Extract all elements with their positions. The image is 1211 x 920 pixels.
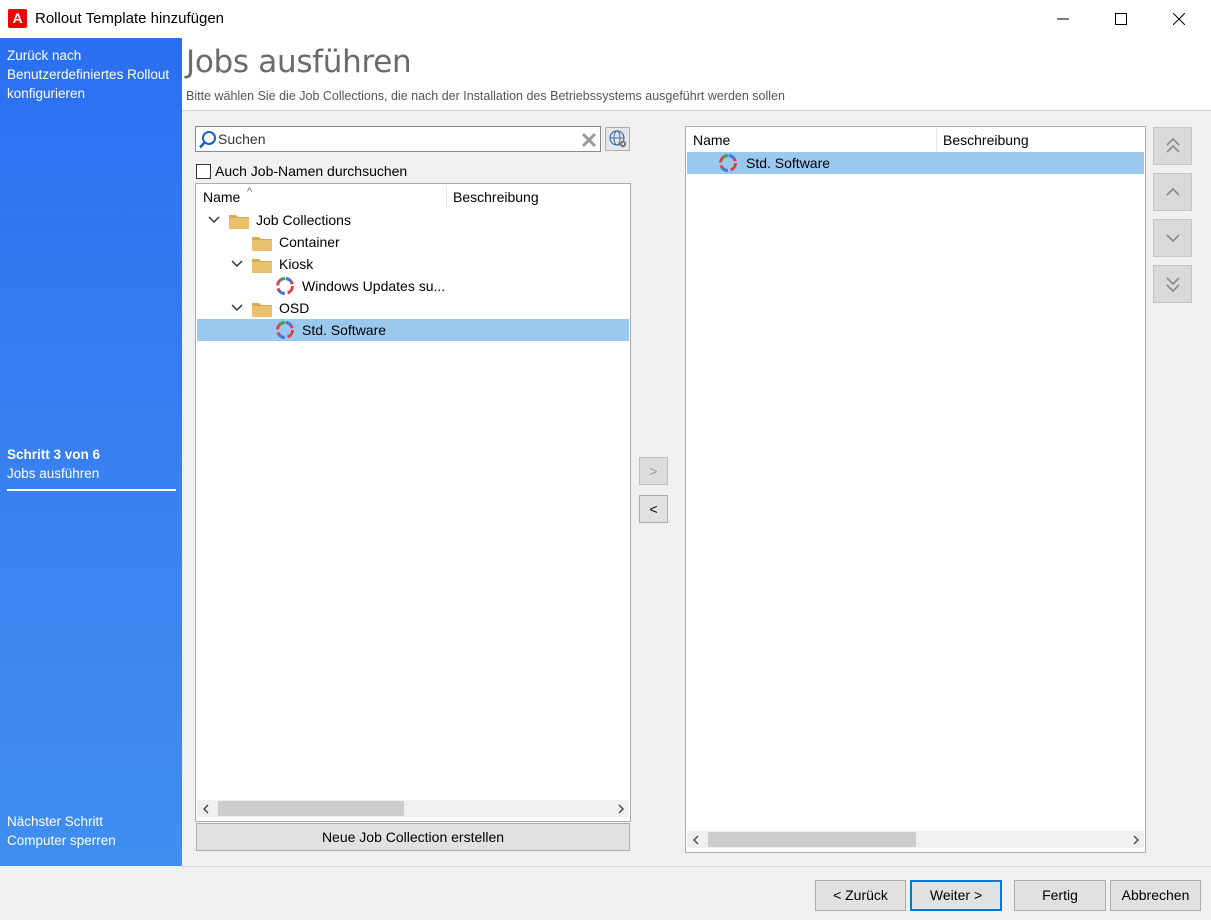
next-step-label: Nächster Schritt	[7, 814, 104, 829]
move-top-icon	[1165, 137, 1180, 153]
tree-item-windows-updates[interactable]: Windows Updates su...	[197, 275, 629, 297]
column-header-description[interactable]: Beschreibung	[453, 184, 539, 210]
remove-from-selection-button[interactable]: <	[639, 495, 668, 523]
chevron-left-icon	[692, 835, 698, 844]
page-title: Jobs ausführen	[186, 44, 412, 80]
tree-item-label: Kiosk	[279, 256, 314, 272]
folder-icon	[252, 303, 272, 317]
move-up-icon	[1165, 187, 1180, 196]
tree-item-label: Job Collections	[256, 212, 351, 228]
footer-divider	[182, 866, 1211, 867]
cancel-button[interactable]: Abbrechen	[1110, 880, 1201, 911]
column-divider[interactable]	[446, 186, 447, 208]
horizontal-scrollbar[interactable]	[197, 800, 629, 817]
minimize-icon	[1057, 18, 1069, 20]
add-to-selection-button[interactable]: >	[639, 457, 668, 485]
wizard-sidebar: Zurück nach Benutzerdefiniertes Rollout …	[0, 38, 182, 866]
tree-item-label: Windows Updates su...	[302, 278, 446, 294]
page-subtitle: Bitte wählen Sie die Job Collections, di…	[186, 89, 785, 103]
current-step: Schritt 3 von 6 Jobs ausführen	[7, 445, 176, 491]
globe-gear-icon	[608, 130, 626, 148]
window-title: Rollout Template hinzufügen	[35, 10, 225, 27]
list-item-label: Std. Software	[746, 155, 831, 171]
chevron-down-icon[interactable]	[230, 257, 244, 271]
chevron-left-icon	[202, 804, 208, 813]
selected-jobs-list: Name Beschreibung Std. Software	[685, 126, 1146, 853]
tree-item-container[interactable]: Container	[197, 231, 629, 253]
close-button[interactable]	[1150, 0, 1208, 38]
job-collection-icon	[719, 154, 737, 172]
column-divider[interactable]	[936, 129, 937, 151]
move-to-top-button[interactable]	[1153, 127, 1192, 165]
search-job-names-label: Auch Job-Namen durchsuchen	[215, 163, 408, 179]
close-icon	[1173, 13, 1185, 25]
search-icon	[199, 131, 216, 149]
scroll-right-button[interactable]	[1127, 831, 1144, 848]
move-bottom-icon	[1165, 277, 1180, 293]
minimize-button[interactable]	[1034, 0, 1092, 38]
tree-item-osd[interactable]: OSD	[197, 297, 629, 319]
maximize-icon	[1115, 13, 1127, 25]
job-collection-icon	[276, 277, 294, 295]
finish-button[interactable]: Fertig	[1014, 880, 1106, 911]
clear-search-icon[interactable]	[580, 131, 598, 149]
chevron-down-icon[interactable]	[207, 213, 221, 227]
step-name: Jobs ausführen	[7, 466, 100, 481]
tree-item-label: Std. Software	[302, 322, 387, 338]
scrollbar-thumb[interactable]	[218, 801, 404, 816]
tree-item-label: OSD	[279, 300, 310, 316]
chevron-down-icon[interactable]	[230, 301, 244, 315]
chevron-right-icon	[1133, 835, 1139, 844]
job-collection-icon	[276, 321, 294, 339]
available-jobs-tree: Name ^ Beschreibung Job Collections Cont…	[195, 183, 631, 822]
tree-item-label: Container	[279, 234, 340, 250]
chevron-right-icon	[618, 804, 624, 813]
move-down-button[interactable]	[1153, 219, 1192, 257]
scrollbar-thumb[interactable]	[708, 832, 916, 847]
app-logo-icon: A	[8, 9, 27, 28]
horizontal-scrollbar[interactable]	[687, 831, 1144, 848]
folder-icon	[252, 259, 272, 273]
folder-icon	[229, 215, 249, 229]
scroll-right-button[interactable]	[612, 800, 629, 817]
scroll-left-button[interactable]	[687, 831, 704, 848]
step-number: Schritt 3 von 6	[7, 447, 101, 462]
sort-ascending-icon: ^	[247, 186, 253, 198]
page-header: Jobs ausführen Bitte wählen Sie die Job …	[182, 38, 1211, 111]
tree-item-kiosk[interactable]: Kiosk	[197, 253, 629, 275]
move-to-bottom-button[interactable]	[1153, 265, 1192, 303]
next-button[interactable]: Weiter >	[910, 880, 1002, 911]
move-down-icon	[1165, 234, 1180, 243]
back-button[interactable]: < Zurück	[815, 880, 906, 911]
folder-icon	[252, 237, 272, 251]
search-job-names-checkbox[interactable]	[196, 163, 211, 179]
tree-item-job-collections[interactable]: Job Collections	[197, 209, 629, 231]
maximize-button[interactable]	[1092, 0, 1150, 38]
column-header-name[interactable]: Name	[203, 184, 240, 210]
next-step-info: Nächster Schritt Computer sperren	[7, 812, 116, 850]
title-bar: A Rollout Template hinzufügen	[0, 0, 1211, 38]
tree-item-std-software[interactable]: Std. Software	[197, 319, 629, 341]
search-box	[195, 126, 601, 152]
next-step-name: Computer sperren	[7, 833, 116, 848]
new-job-collection-button[interactable]: Neue Job Collection erstellen	[196, 823, 630, 851]
column-header-description[interactable]: Beschreibung	[943, 127, 1029, 153]
search-input[interactable]	[218, 129, 568, 149]
list-item-std-software[interactable]: Std. Software	[687, 152, 1144, 174]
scroll-left-button[interactable]	[197, 800, 214, 817]
search-options-button[interactable]	[605, 127, 630, 151]
search-job-names-option[interactable]: Auch Job-Namen durchsuchen	[196, 162, 407, 180]
back-to-previous-link[interactable]: Zurück nach Benutzerdefiniertes Rollout …	[7, 46, 177, 103]
column-header-name[interactable]: Name	[693, 127, 730, 153]
move-up-button[interactable]	[1153, 173, 1192, 211]
